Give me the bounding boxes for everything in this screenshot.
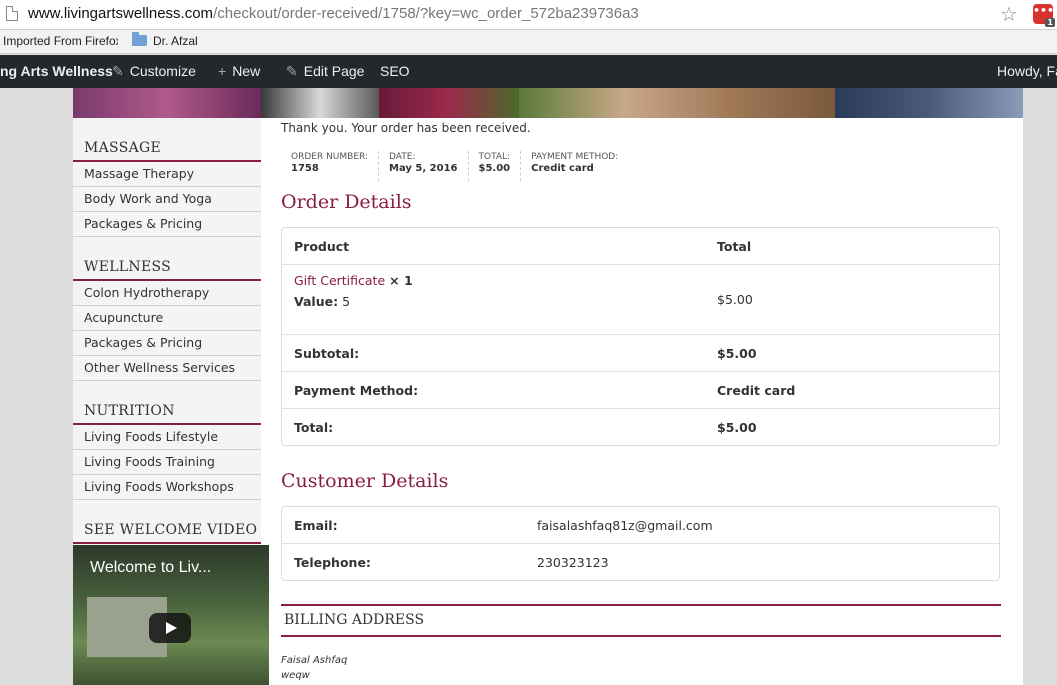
admin-new[interactable]: + New <box>218 63 260 79</box>
item-total: $5.00 <box>717 292 753 307</box>
payment-value: Credit card <box>717 383 796 398</box>
sidebar: MASSAGE Massage Therapy Body Work and Yo… <box>73 118 269 685</box>
pencil-icon: ✎ <box>286 63 298 79</box>
email-value: faisalashfaq81z@gmail.com <box>537 518 713 533</box>
url-text[interactable]: www.livingartswellness.com/checkout/orde… <box>28 5 639 22</box>
order-details-table: Product Total Gift Certificate × 1 Value… <box>281 227 1000 446</box>
admin-site-name[interactable]: ng Arts Wellness <box>0 63 113 79</box>
email-row: Email: faisalashfaq81z@gmail.com <box>282 507 999 544</box>
telephone-row: Telephone: 230323123 <box>282 544 999 580</box>
subtotal-label: Subtotal: <box>294 346 360 361</box>
telephone-label: Telephone: <box>294 555 371 570</box>
sidebar-item-living-foods-training[interactable]: Living Foods Training <box>73 450 261 475</box>
billing-name: Faisal Ashfaq <box>281 655 348 666</box>
table-row: Gift Certificate × 1 Value: 5 $5.00 <box>282 265 999 335</box>
table-header-row: Product Total <box>282 228 999 265</box>
total-value: $5.00 <box>717 420 757 435</box>
product-link[interactable]: Gift Certificate <box>294 273 385 288</box>
sidebar-heading-massage: MASSAGE <box>84 140 161 156</box>
admin-seo[interactable]: SEO <box>380 63 410 79</box>
sidebar-item-living-foods-workshops[interactable]: Living Foods Workshops <box>73 475 261 500</box>
customer-details-table: Email: faisalashfaq81z@gmail.com Telepho… <box>281 506 1000 581</box>
column-total: Total <box>717 239 752 254</box>
admin-customize[interactable]: ✎ Customize <box>112 63 196 80</box>
billing-line: weqw <box>281 670 310 681</box>
sidebar-item-living-foods-lifestyle[interactable]: Living Foods Lifestyle <box>73 425 261 450</box>
order-details-heading: Order Details <box>281 191 412 213</box>
header-banner-image <box>73 88 1023 118</box>
billing-address: Faisal Ashfaq weqw <box>281 653 347 683</box>
overview-payment-method: PAYMENT METHOD: Credit card <box>531 152 619 174</box>
sidebar-heading-wellness: WELLNESS <box>84 259 172 275</box>
payment-label: Payment Method: <box>294 383 419 398</box>
extension-icon[interactable]: ••• 1 <box>1033 4 1055 27</box>
product-qty: × 1 <box>389 273 413 288</box>
sidebar-item-other-wellness[interactable]: Other Wellness Services <box>73 356 261 381</box>
email-label: Email: <box>294 518 338 533</box>
order-overview: ORDER NUMBER: 1758 DATE: May 5, 2016 TOTAL… <box>281 151 628 181</box>
admin-edit-page[interactable]: ✎ Edit Page <box>286 63 364 80</box>
total-row: Total: $5.00 <box>282 409 999 445</box>
bookmark-imported[interactable]: Imported From Firefox <box>3 34 118 48</box>
sidebar-item-massage-packages[interactable]: Packages & Pricing <box>73 212 261 237</box>
sidebar-item-massage-therapy[interactable]: Massage Therapy <box>73 162 261 187</box>
telephone-value: 230323123 <box>537 555 609 570</box>
product-meta: Value: 5 <box>294 294 351 309</box>
sidebar-heading-nutrition: NUTRITION <box>84 403 175 419</box>
sidebar-item-acupuncture[interactable]: Acupuncture <box>73 306 261 331</box>
divider <box>73 542 261 544</box>
payment-method-row: Payment Method: Credit card <box>282 372 999 409</box>
total-label: Total: <box>294 420 334 435</box>
bookmarks-bar: Imported From Firefox Dr. Afzal <box>0 30 1057 54</box>
main-content: Thank you. Your order has been received.… <box>281 118 1001 685</box>
page-content: MASSAGE Massage Therapy Body Work and Yo… <box>73 88 1023 685</box>
page-icon <box>6 6 18 21</box>
welcome-video[interactable]: Welcome to Liv... <box>73 545 269 685</box>
video-title: Welcome to Liv... <box>90 559 212 576</box>
customer-details-heading: Customer Details <box>281 470 449 492</box>
column-product: Product <box>294 239 350 254</box>
address-bar[interactable]: www.livingartswellness.com/checkout/orde… <box>0 0 1057 30</box>
subtotal-value: $5.00 <box>717 346 757 361</box>
admin-customize-label: Customize <box>129 63 196 79</box>
sidebar-item-wellness-packages[interactable]: Packages & Pricing <box>73 331 261 356</box>
plus-icon: + <box>218 63 227 79</box>
bookmark-star-icon[interactable]: ☆ <box>1000 2 1018 26</box>
play-button-icon[interactable] <box>149 613 191 643</box>
sidebar-heading-video: SEE WELCOME VIDEO <box>84 522 258 538</box>
extension-badge: 1 <box>1045 18 1055 27</box>
admin-howdy[interactable]: Howdy, Fa <box>997 63 1057 79</box>
overview-total: TOTAL: $5.00 <box>469 151 522 181</box>
thank-you-message: Thank you. Your order has been received. <box>281 121 531 135</box>
divider <box>281 604 1001 606</box>
billing-address-heading: BILLING ADDRESS <box>284 612 425 628</box>
admin-edit-page-label: Edit Page <box>303 63 365 79</box>
brush-icon: ✎ <box>112 63 124 79</box>
overview-date: DATE: May 5, 2016 <box>379 151 469 181</box>
divider <box>281 635 1001 637</box>
bookmark-dr-afzal[interactable]: Dr. Afzal <box>153 34 198 48</box>
admin-bar: ng Arts Wellness ✎ Customize + New ✎ Edit P… <box>0 55 1057 88</box>
overview-order-number: ORDER NUMBER: 1758 <box>281 151 380 181</box>
sidebar-item-body-work-yoga[interactable]: Body Work and Yoga <box>73 187 261 212</box>
folder-icon <box>132 32 147 46</box>
admin-new-label: New <box>232 63 261 79</box>
subtotal-row: Subtotal: $5.00 <box>282 335 999 372</box>
sidebar-item-colon-hydrotherapy[interactable]: Colon Hydrotherapy <box>73 281 261 306</box>
product-cell: Gift Certificate × 1 <box>294 273 413 288</box>
